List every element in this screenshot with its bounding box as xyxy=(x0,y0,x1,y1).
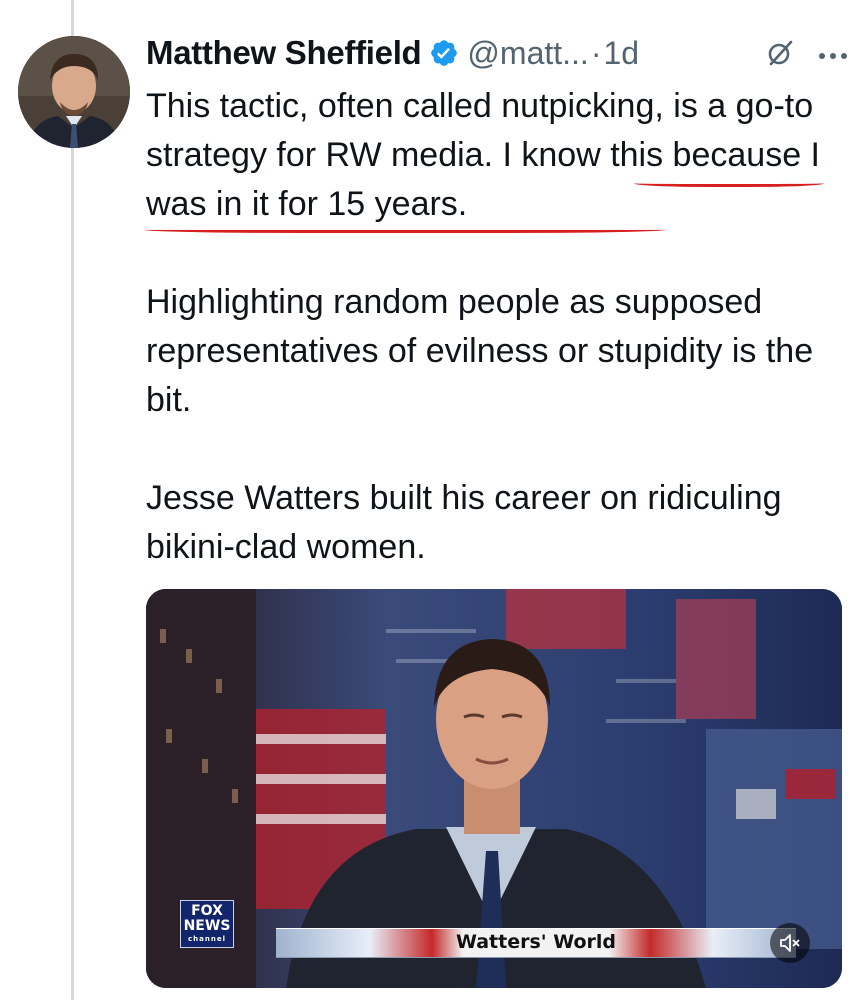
avatar[interactable] xyxy=(18,36,130,148)
verified-badge-icon xyxy=(429,38,459,68)
author-name[interactable]: Matthew Sheffield xyxy=(146,34,422,72)
more-options-icon[interactable] xyxy=(818,48,848,59)
tweet-header: Matthew Sheffield @matt... · 1d xyxy=(146,28,850,78)
lower-third-title: Watters' World xyxy=(455,931,617,953)
thread-connector-line xyxy=(71,0,74,1000)
tweet-paragraph: This tactic, often called nutpicking, is… xyxy=(146,87,820,223)
fox-news-logo: FOX NEWS channel xyxy=(180,900,234,948)
grok-icon[interactable] xyxy=(766,39,794,67)
lower-third-banner: Watters' World xyxy=(276,928,796,958)
volume-muted-icon[interactable] xyxy=(770,923,810,963)
author-handle[interactable]: @matt... xyxy=(467,35,588,72)
tweet-paragraph: Highlighting random people as supposed r… xyxy=(146,283,814,419)
tweet-paragraph: Jesse Watters built his career on ridicu… xyxy=(146,479,782,566)
header-separator: · xyxy=(590,34,602,71)
red-annotation-underline xyxy=(144,222,666,233)
red-annotation-underline xyxy=(634,178,824,187)
video-player[interactable]: FOX NEWS channel Watters' World xyxy=(146,589,842,988)
timestamp[interactable]: 1d xyxy=(603,35,639,72)
tweet-text: This tactic, often called nutpicking, is… xyxy=(146,82,846,572)
